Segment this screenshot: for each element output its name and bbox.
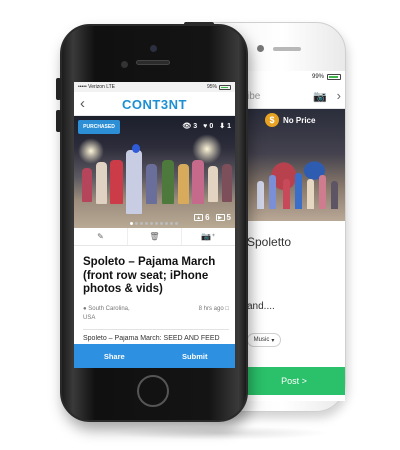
title-field[interactable]: Spoletto <box>247 235 291 249</box>
time-ago: 8 hrs ago <box>198 306 224 312</box>
carrier-label: ••••• Verizon <box>78 84 105 90</box>
floor-shadow <box>110 426 330 440</box>
front-camera <box>257 45 264 52</box>
video-count: 5 <box>226 213 231 222</box>
video-icon: ▶ <box>215 214 225 221</box>
earpiece-speaker <box>136 60 170 65</box>
caret-down-icon: ▾ <box>271 337 275 344</box>
location-pin-icon: ● <box>83 306 87 312</box>
status-bar: 99% <box>243 71 345 83</box>
post-photo: $ No Price <box>243 109 345 221</box>
category-label: Music <box>253 337 270 343</box>
nav-title: ibe <box>247 91 261 102</box>
chevron-right-icon[interactable]: › <box>337 88 341 103</box>
photo-count: 6 <box>205 213 210 222</box>
post-toolbar: ✎ 🗑 📷⁺ <box>74 228 235 246</box>
category-select[interactable]: Music ▾ <box>247 333 281 347</box>
earpiece-speaker <box>273 47 301 51</box>
downloads-count: 1 <box>227 122 231 130</box>
post-stats: 👁 3 ♥ 0 ⬇ 1 <box>182 122 231 131</box>
action-bar: Share Submit <box>74 344 235 368</box>
trash-icon: 🗑 <box>149 232 160 241</box>
heart-icon[interactable]: ♥ <box>203 123 207 130</box>
battery-percent: 95% <box>206 84 217 90</box>
views-count: 3 <box>193 122 198 130</box>
location-country: USA <box>83 315 96 321</box>
delete-button[interactable]: 🗑 <box>128 228 182 245</box>
location-label: South Carolina, <box>88 306 130 312</box>
app-logo: CONT3NT <box>122 97 187 112</box>
edit-button[interactable]: ✎ <box>74 228 128 245</box>
post-photo[interactable]: PURCHASED 👁 3 ♥ 0 ⬇ 1 ▲ 6 ▶ 5 <box>74 116 235 228</box>
photo-icon: ▲ <box>194 214 204 221</box>
media-counts: ▲ 6 ▶ 5 <box>194 213 231 222</box>
download-icon: ⬇ <box>219 123 226 130</box>
black-phone-screen: ••••• Verizon LTE 95% ‹ CONT3NT PURCHASE… <box>74 82 235 368</box>
power-button <box>184 22 214 26</box>
battery-icon <box>327 74 341 80</box>
post-button[interactable]: Post > <box>243 367 345 395</box>
coin-icon: $ <box>265 113 279 127</box>
camera-add-icon: 📷⁺ <box>201 232 216 241</box>
eye-icon: 👁 <box>182 123 192 130</box>
divider <box>83 329 229 330</box>
nav-bar: ibe 📷 › <box>243 83 345 109</box>
post-description: Spoleto – Pajama March: SEED AND FEED <box>83 335 220 342</box>
status-bar: ••••• Verizon LTE 95% <box>74 82 235 92</box>
share-button[interactable]: Share <box>74 344 155 368</box>
add-media-button[interactable]: 📷⁺ <box>182 228 235 245</box>
submit-button[interactable]: Submit <box>155 344 236 368</box>
battery-percent: 99% <box>311 74 324 80</box>
description-field[interactable]: and.... <box>247 301 275 312</box>
volume-down-button <box>56 110 61 132</box>
calendar-icon: □ <box>225 306 229 312</box>
price-label: No Price <box>283 115 316 125</box>
pencil-icon: ✎ <box>97 232 104 241</box>
post-title: Spoleto – Pajama March (front row seat; … <box>83 256 216 295</box>
likes-count: 0 <box>209 122 214 130</box>
camera-add-icon[interactable]: 📷 <box>313 90 327 103</box>
home-button <box>137 375 169 407</box>
white-phone-screen: 99% ibe 📷 › $ No Price Spoletto and.... … <box>243 71 345 401</box>
battery-icon <box>219 84 231 90</box>
price-indicator[interactable]: $ No Price <box>265 113 315 127</box>
front-camera <box>150 45 157 52</box>
purchased-badge: PURCHASED <box>78 120 120 134</box>
volume-up-button <box>56 78 61 100</box>
network-label: LTE <box>106 84 116 90</box>
app-header: ‹ CONT3NT <box>74 92 235 116</box>
proximity-sensor <box>121 61 128 68</box>
carousel-dots[interactable] <box>130 222 178 225</box>
